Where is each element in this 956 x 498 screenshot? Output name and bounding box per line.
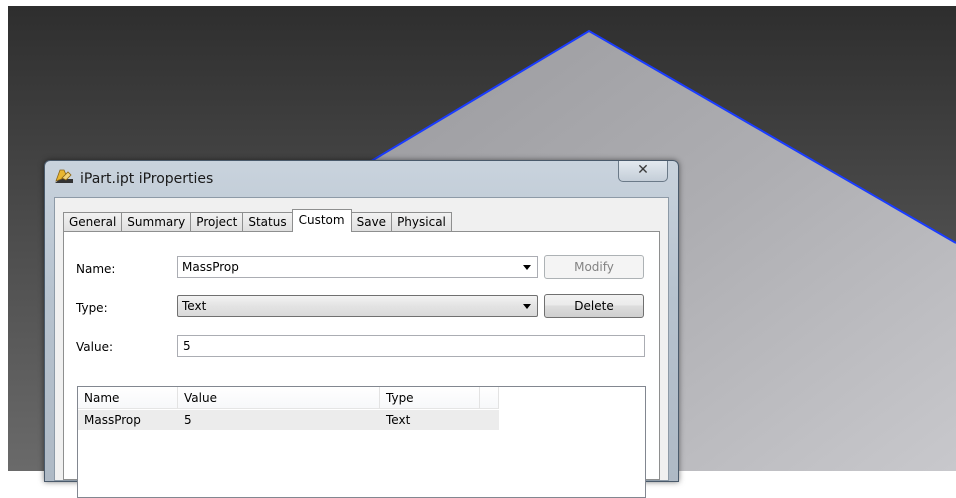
type-label: Type: <box>76 301 108 315</box>
chevron-down-icon[interactable] <box>523 304 531 309</box>
name-combobox-value: MassProp <box>182 260 239 274</box>
tab-summary[interactable]: Summary <box>121 212 191 231</box>
cell-value: 5 <box>184 413 192 427</box>
cell-type: Text <box>386 413 411 427</box>
tab-project[interactable]: Project <box>190 212 243 231</box>
dialog-client-area: General Summary Project Status Custom Sa… <box>54 197 669 498</box>
close-button[interactable]: ✕ <box>618 161 668 182</box>
tab-general[interactable]: General <box>63 212 122 231</box>
column-header-name[interactable]: Name <box>78 387 178 409</box>
window-title: iPart.ipt iProperties <box>80 171 214 187</box>
tab-physical[interactable]: Physical <box>391 212 452 231</box>
custom-properties-list[interactable]: Name Value Type MassProp 5 Text <box>77 386 646 498</box>
name-label: Name: <box>76 262 116 276</box>
tab-save[interactable]: Save <box>351 212 392 231</box>
value-label: Value: <box>76 340 113 354</box>
chevron-down-icon[interactable] <box>523 265 531 270</box>
name-combobox[interactable]: MassProp <box>177 256 538 278</box>
title-bar[interactable]: iPart.ipt iProperties ✕ <box>45 161 678 197</box>
type-combobox[interactable]: Text <box>177 295 538 317</box>
column-header-value[interactable]: Value <box>178 387 380 409</box>
tab-strip: General Summary Project Status Custom Sa… <box>63 209 452 232</box>
cell-name: MassProp <box>84 413 141 427</box>
value-field[interactable]: 5 <box>177 335 645 357</box>
iproperties-dialog: iPart.ipt iProperties ✕ General Summary … <box>44 160 679 498</box>
table-row[interactable]: MassProp 5 Text <box>78 410 499 430</box>
custom-tab-panel: Name: MassProp Modify Type: Text Delete … <box>63 231 660 498</box>
modify-button[interactable]: Modify <box>544 255 644 279</box>
tab-custom[interactable]: Custom <box>291 209 352 232</box>
close-icon: ✕ <box>637 162 649 178</box>
column-header-extra[interactable] <box>480 387 499 409</box>
inventor-part-icon <box>55 169 73 183</box>
type-combobox-value: Text <box>182 299 207 313</box>
delete-button[interactable]: Delete <box>544 294 644 318</box>
column-header-type[interactable]: Type <box>380 387 480 409</box>
list-header: Name Value Type <box>78 387 645 409</box>
tab-status[interactable]: Status <box>242 212 292 231</box>
